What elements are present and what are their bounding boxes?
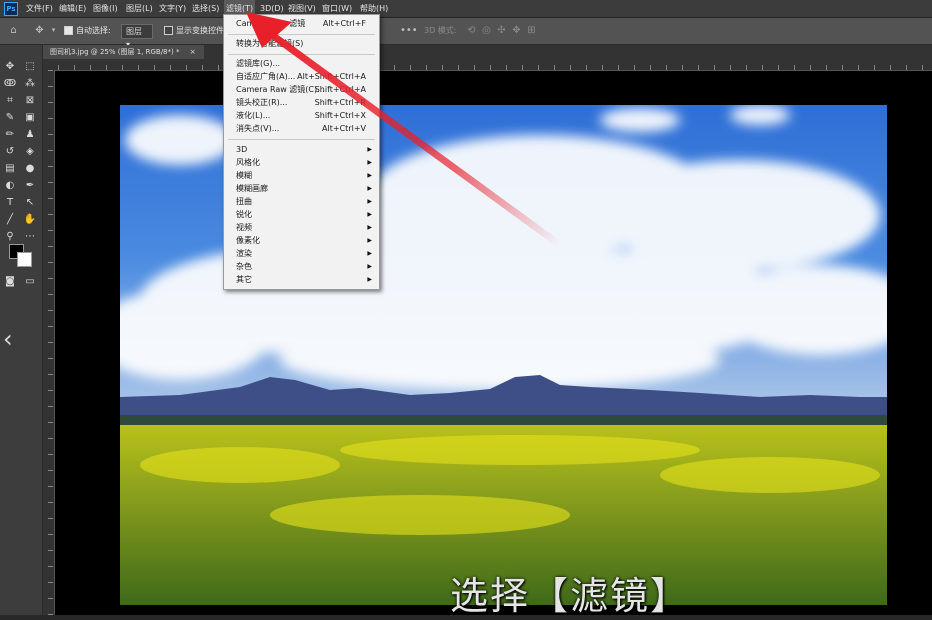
red-arrow-annotation xyxy=(246,12,564,249)
tutorial-caption: 选择【滤镜】 xyxy=(450,574,691,618)
